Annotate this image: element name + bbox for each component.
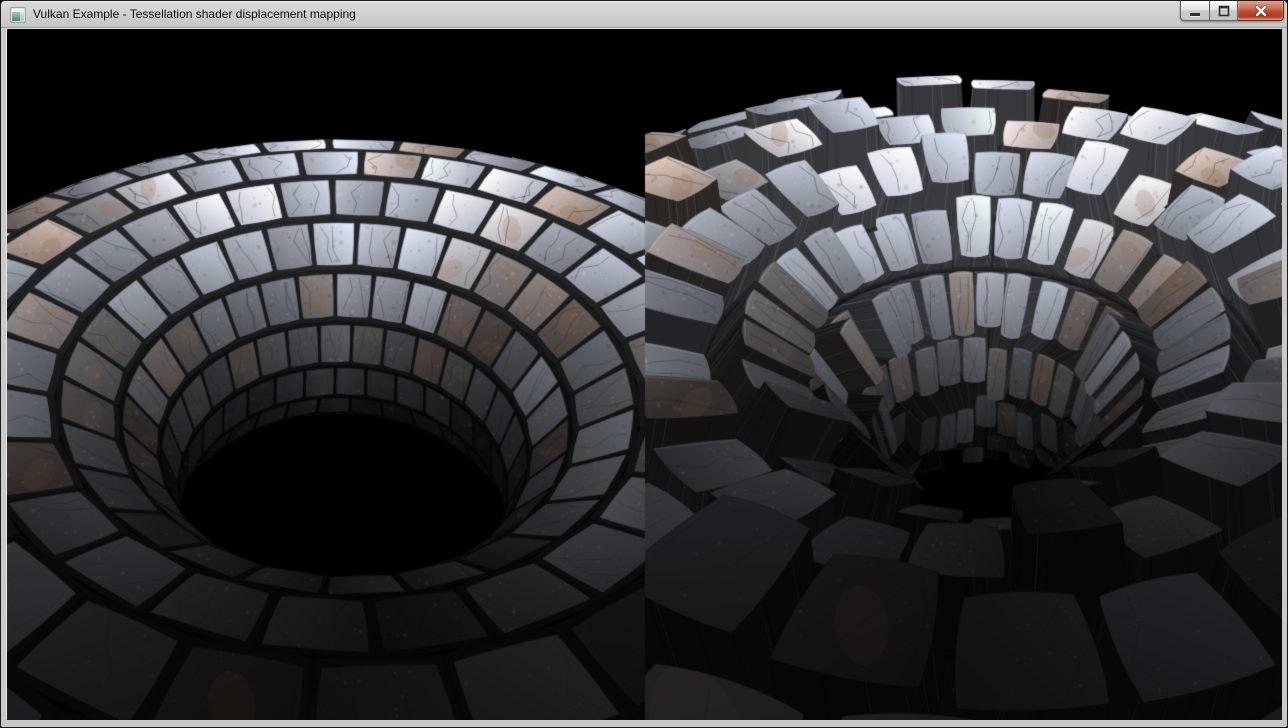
maximize-icon [1218, 5, 1230, 17]
minimize-button[interactable] [1180, 1, 1210, 21]
app-icon-gray-pane [20, 12, 24, 21]
minimize-icon [1189, 4, 1201, 18]
close-icon [1254, 5, 1268, 17]
app-icon[interactable] [10, 7, 26, 23]
app-icon-teal-pane [12, 12, 20, 21]
render-area [7, 29, 1280, 718]
window-title: Vulkan Example - Tessellation shader dis… [33, 1, 356, 28]
vulkan-render-canvas[interactable] [7, 29, 1282, 720]
titlebar[interactable]: Vulkan Example - Tessellation shader dis… [1, 1, 1287, 28]
maximize-button[interactable] [1210, 1, 1238, 21]
close-button[interactable] [1238, 1, 1284, 21]
app-window: Vulkan Example - Tessellation shader dis… [0, 0, 1288, 728]
caption-buttons [1180, 1, 1284, 21]
